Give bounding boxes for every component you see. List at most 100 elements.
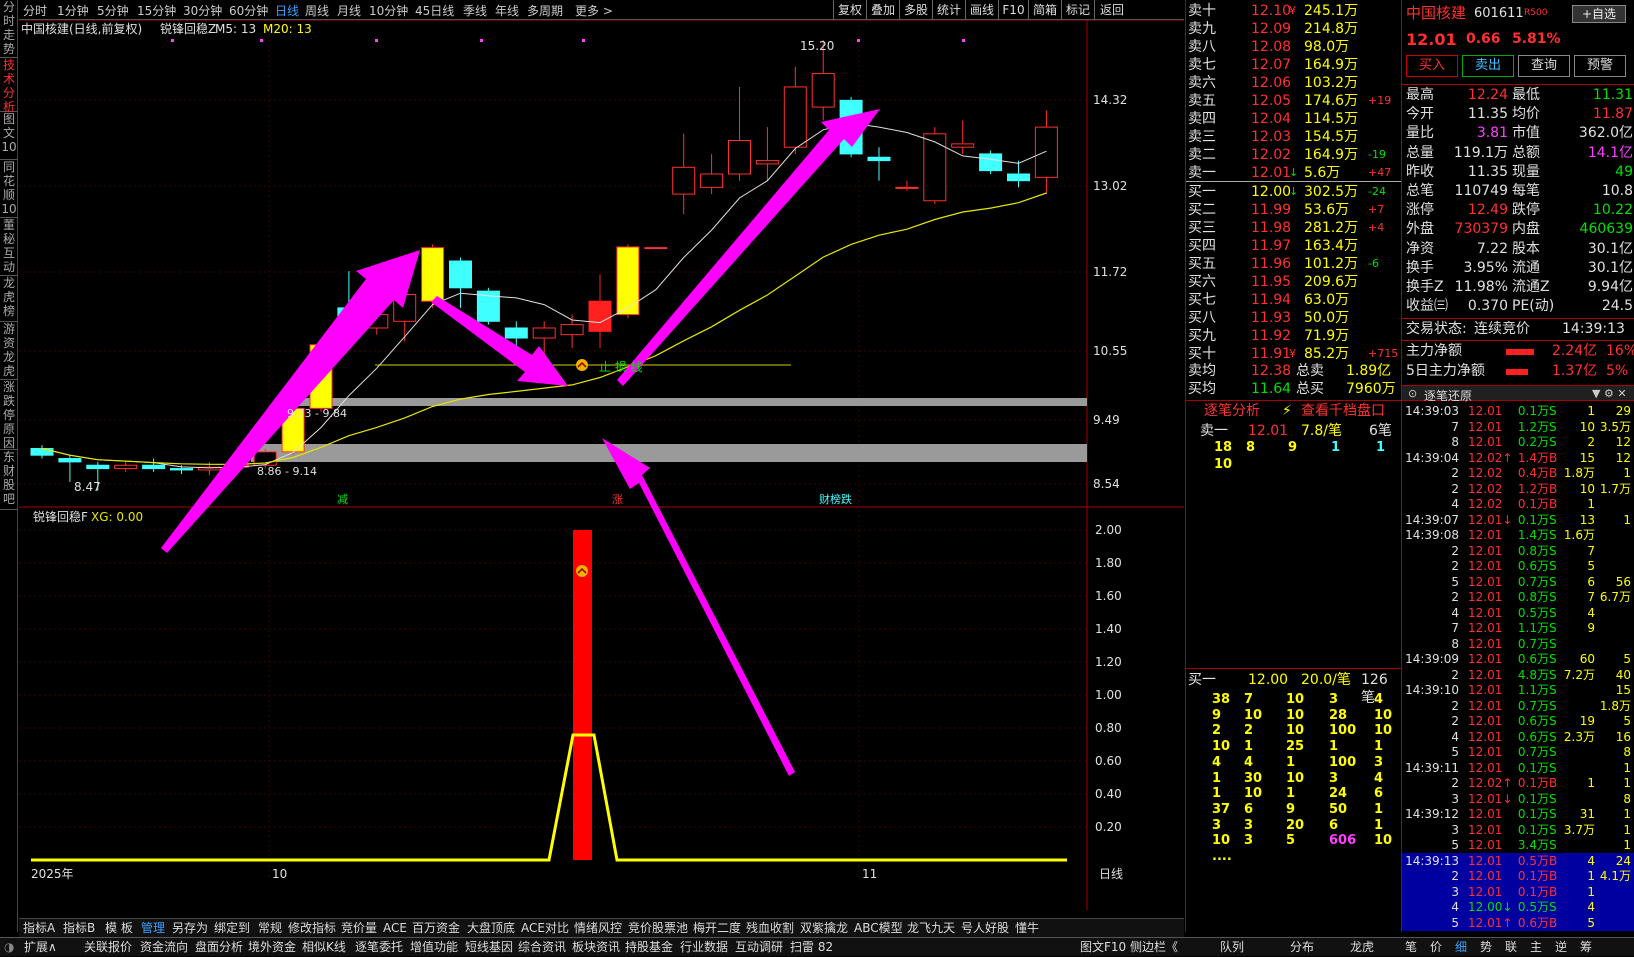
itab[interactable]: 梅开二度 (693, 919, 741, 938)
status-item[interactable]: 互动调研 (735, 938, 783, 957)
period-60m[interactable]: 60分钟 (229, 2, 268, 19)
itab[interactable]: 指标A (23, 919, 55, 938)
status-right-item[interactable]: 分布 (1290, 938, 1314, 957)
period-30m[interactable]: 30分钟 (183, 2, 222, 19)
ask-row[interactable]: 卖三 12.03 154.5万 (1186, 128, 1401, 146)
bid-row[interactable]: 买二 11.99 53.6万 +7 (1186, 201, 1401, 219)
vtab-technical[interactable]: 技术分析 (0, 58, 18, 114)
itab[interactable]: 大盘顶底 (467, 919, 515, 938)
itab[interactable]: ACE (383, 919, 407, 938)
ask-row[interactable]: 卖一 12.01 ↓ 5.6万 +47 (1186, 164, 1401, 182)
ask-row[interactable]: 卖二 12.02 164.9万 -19 (1186, 146, 1401, 164)
status-right-item[interactable]: 联 (1505, 938, 1517, 957)
period-more[interactable]: 更多 > (575, 2, 613, 19)
status-item[interactable]: 增值功能 (410, 938, 458, 957)
vtab-youzi[interactable]: 游资龙虎 (0, 322, 18, 380)
itab[interactable]: 竞价量 (341, 919, 377, 938)
status-right-item[interactable]: 细 (1455, 938, 1467, 957)
status-item[interactable]: 资金流向 (140, 938, 188, 957)
status-item[interactable]: 相似K线 (302, 938, 346, 957)
itab[interactable]: 常规 (258, 919, 282, 938)
vtab-graphic[interactable]: 图文10 (0, 112, 18, 160)
sell-button[interactable]: 卖出 (1462, 55, 1514, 77)
ask-row[interactable]: 卖六 12.06 103.2万 (1186, 74, 1401, 92)
buy-button[interactable]: 买入 (1406, 55, 1458, 77)
itab[interactable]: 残血收割 (746, 919, 794, 938)
status-item[interactable]: 境外资金 (248, 938, 296, 957)
status-item[interactable]: 盘面分析 (195, 938, 243, 957)
bid-row[interactable]: 买十 11.91 ¥85.2万 +715 (1186, 345, 1401, 363)
itab[interactable]: 百万资金 (412, 919, 460, 938)
menu-icons[interactable]: ▼ ⚙ ✕ (1592, 387, 1627, 400)
btn-overlay[interactable]: 叠加 (866, 0, 899, 20)
status-right-item[interactable]: 图文F10 (1080, 938, 1126, 957)
status-item[interactable]: 短线基因 (465, 938, 513, 957)
status-right-item[interactable]: 价 (1430, 938, 1442, 957)
alert-button[interactable]: 预警 (1574, 55, 1626, 77)
btn-mark[interactable]: 标记 (1061, 0, 1094, 20)
period-5m[interactable]: 5分钟 (97, 2, 129, 19)
itab-active[interactable]: 管理 (141, 919, 165, 938)
btn-draw[interactable]: 画线 (965, 0, 998, 20)
kline-chart-area[interactable]: 中国核建(日线,前复权) 锐锋回稳Z M5: 13 M20: 13 15.20 … (19, 19, 1184, 918)
period-45d[interactable]: 45日线 (415, 2, 454, 19)
status-right-item[interactable]: 侧边栏《 (1130, 938, 1178, 957)
kline-svg[interactable]: 中国核建(日线,前复权) 锐锋回稳Z M5: 13 M20: 13 15.20 … (19, 19, 1184, 918)
query-button[interactable]: 查询 (1518, 55, 1570, 77)
period-season[interactable]: 季线 (463, 2, 487, 19)
ask-row[interactable]: 卖七 12.07 164.9万 (1186, 56, 1401, 74)
itab[interactable]: 双紫擒龙 (800, 919, 848, 938)
period-15m[interactable]: 15分钟 (137, 2, 176, 19)
ask-row[interactable]: 卖四 12.04 114.5万 (1186, 110, 1401, 128)
collapse-icon[interactable]: ⊙ (1408, 387, 1417, 400)
itab[interactable]: 修改指标 (288, 919, 336, 938)
btn-stat[interactable]: 统计 (932, 0, 965, 20)
itab[interactable]: 指标B (63, 919, 95, 938)
status-right-item[interactable]: 队列 (1220, 938, 1244, 957)
ask-row[interactable]: 卖八 12.08 98.0万 (1186, 38, 1401, 56)
btn-box[interactable]: 简箱 (1028, 0, 1061, 20)
vtab-timeshare[interactable]: 分时走势 (0, 0, 18, 58)
period-10m[interactable]: 10分钟 (369, 2, 408, 19)
ask-row[interactable]: 卖五 12.05 174.6万 +19 (1186, 92, 1401, 110)
status-right-item[interactable]: 主 (1530, 938, 1542, 957)
status-item[interactable]: 综合资讯 (518, 938, 566, 957)
status-item[interactable]: 持股基金 (625, 938, 673, 957)
vtab-guba[interactable]: 东财股吧 (0, 450, 18, 510)
ask-row[interactable]: 卖九 12.09 214.8万 (1186, 20, 1401, 38)
status-item[interactable]: 板块资讯 (572, 938, 620, 957)
vtab-ths[interactable]: 同花顺10 (0, 160, 18, 218)
add-favorite-button[interactable]: +自选 (1572, 5, 1626, 23)
itab[interactable]: 模 板 (105, 919, 133, 938)
itab[interactable]: 另存为 (172, 919, 208, 938)
status-item[interactable]: 扩展∧ (24, 938, 57, 957)
bid-row[interactable]: 买五 11.96 101.2万 -6 (1186, 255, 1401, 273)
period-year[interactable]: 年线 (495, 2, 519, 19)
bid-row[interactable]: 买一 12.00 ↓ 302.5万 -24 (1186, 183, 1401, 201)
itab[interactable]: 龙飞九天 (907, 919, 955, 938)
vtab-lhb[interactable]: 龙虎榜 (0, 276, 18, 322)
bid-row[interactable]: 买八 11.93 50.0万 (1186, 309, 1401, 327)
btn-f10[interactable]: F10 (998, 0, 1028, 20)
btn-fuquan[interactable]: 复权 (833, 0, 866, 20)
tab-depth[interactable]: 查看千档盘口 (1301, 402, 1385, 420)
itab[interactable]: ABC模型 (854, 919, 903, 938)
itab[interactable]: 懂牛 (1015, 919, 1039, 938)
period-month[interactable]: 月线 (337, 2, 361, 19)
btn-multi-stock[interactable]: 多股 (899, 0, 932, 20)
status-toggle-icon[interactable]: ◑ (4, 938, 14, 957)
bid-row[interactable]: 买六 11.95 209.6万 (1186, 273, 1401, 291)
status-item[interactable]: 逐笔委托 (355, 938, 403, 957)
tab-tick-analysis[interactable]: 逐笔分析 (1204, 402, 1260, 420)
status-item[interactable]: 行业数据 (680, 938, 728, 957)
itab[interactable]: 绑定到 (214, 919, 250, 938)
status-item[interactable]: 扫雷 82 (790, 938, 833, 957)
period-1m[interactable]: 1分钟 (57, 2, 89, 19)
itab[interactable]: 情绪风控 (574, 919, 622, 938)
status-right-item[interactable]: 笔 (1405, 938, 1417, 957)
itab[interactable]: 号人好股 (961, 919, 1009, 938)
bid-row[interactable]: 买三 11.98 281.2万 +4 (1186, 219, 1401, 237)
status-item[interactable]: 关联报价 (84, 938, 132, 957)
period-fenshi[interactable]: 分时 (23, 2, 47, 19)
itab[interactable]: ACE对比 (521, 919, 569, 938)
